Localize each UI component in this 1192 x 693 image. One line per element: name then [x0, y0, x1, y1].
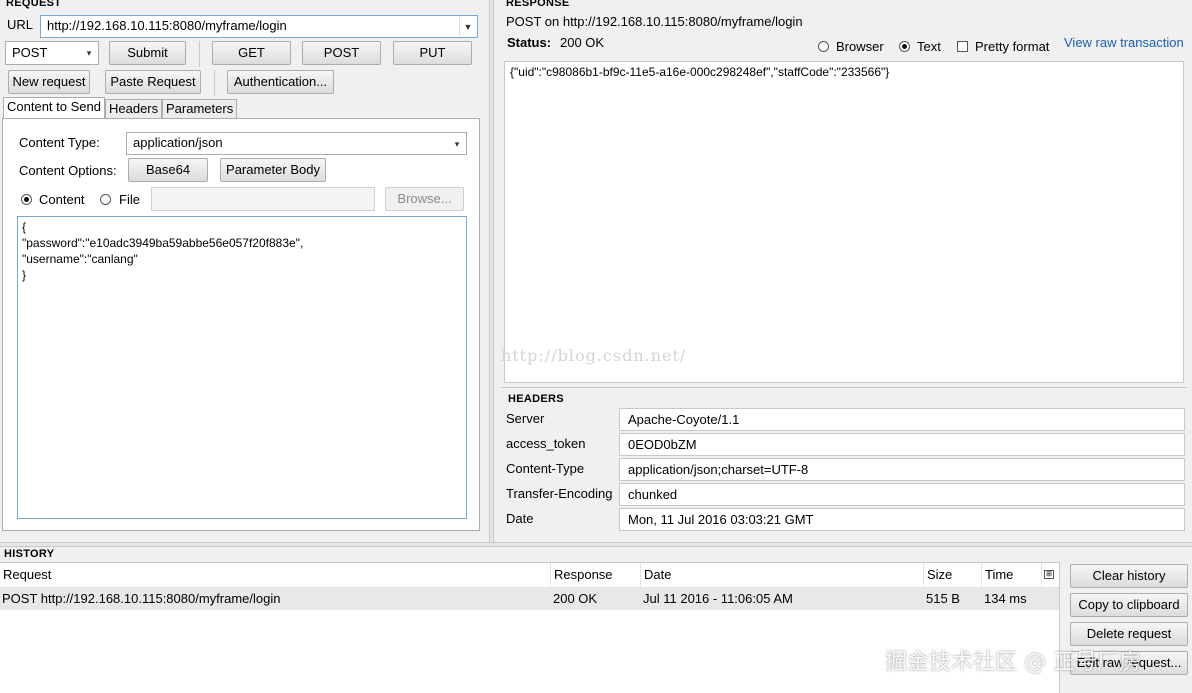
pretty-format-label: Pretty format — [975, 39, 1050, 54]
request-body-editor[interactable]: { "password":"e10adc3949ba59abbe56e057f2… — [17, 216, 467, 519]
content-type-chevron-down-icon: ▾ — [454, 138, 460, 149]
column-header-time[interactable]: Time — [982, 563, 1042, 587]
file-radio-label: File — [119, 192, 140, 207]
content-type-value: application/json — [133, 135, 223, 150]
copy-to-clipboard-button[interactable]: Copy to clipboard — [1070, 593, 1188, 617]
row-size: 515 B — [926, 591, 960, 606]
clear-history-button[interactable]: Clear history — [1070, 564, 1188, 588]
table-row[interactable]: POST http://192.168.10.115:8080/myframe/… — [0, 588, 1059, 610]
method-value: POST — [12, 45, 48, 60]
browser-view-label: Browser — [836, 39, 884, 54]
header-name: Date — [506, 511, 534, 526]
response-body-view[interactable]: {"uid":"c98086b1-bf9c-11e5-a16e-000c2982… — [501, 61, 1184, 383]
status-label: Status: — [507, 35, 552, 50]
get-button[interactable]: GET — [212, 41, 291, 65]
body-line: "password":"e10adc3949ba59abbe56e057f20f… — [22, 236, 304, 250]
header-value[interactable]: application/json;charset=UTF-8 — [619, 458, 1185, 481]
view-raw-transaction-link[interactable]: View raw transaction — [1064, 35, 1184, 50]
header-value[interactable]: Mon, 11 Jul 2016 03:03:21 GMT — [619, 508, 1185, 531]
browser-view-radio[interactable] — [818, 41, 829, 52]
column-header-date[interactable]: Date — [641, 563, 924, 587]
response-pane: RESPONSE POST on http://192.168.10.115:8… — [495, 0, 1192, 542]
request-pane: REQUEST URL http://192.168.10.115:8080/m… — [0, 0, 489, 542]
header-name: Transfer-Encoding — [506, 486, 613, 501]
browse-button[interactable]: Browse... — [385, 187, 464, 211]
method-chevron-down-icon: ▾ — [86, 48, 92, 58]
row-date: Jul 11 2016 - 11:06:05 AM — [643, 591, 793, 606]
response-summary: POST on http://192.168.10.115:8080/myfra… — [506, 14, 803, 29]
url-input[interactable]: http://192.168.10.115:8080/myframe/login… — [40, 15, 478, 38]
content-radio[interactable] — [21, 194, 32, 205]
method-select[interactable]: POST ▾ — [5, 41, 99, 65]
file-radio[interactable] — [100, 194, 111, 205]
headers-section-title: HEADERS — [508, 393, 564, 405]
post-button[interactable]: POST — [302, 41, 381, 65]
authentication-button[interactable]: Authentication... — [227, 70, 334, 94]
header-name: access_token — [506, 436, 586, 451]
content-type-label: Content Type: — [19, 135, 100, 150]
content-options-label: Content Options: — [19, 163, 117, 178]
column-header-request[interactable]: Request — [0, 563, 551, 587]
column-chooser-icon[interactable]: ⊞ — [1044, 570, 1054, 579]
content-to-send-panel: Content Type: application/json ▾ Content… — [2, 118, 480, 531]
blog-watermark: http://blog.csdn.net/ — [501, 346, 687, 365]
url-value: http://192.168.10.115:8080/myframe/login — [47, 18, 287, 33]
request-section-title: REQUEST — [6, 0, 62, 9]
base64-button[interactable]: Base64 — [128, 158, 208, 182]
body-line: } — [22, 268, 27, 282]
toolbar-separator — [199, 41, 200, 67]
status-value: 200 OK — [560, 35, 605, 50]
toolbar-separator-2 — [214, 70, 215, 96]
content-radio-label: Content — [39, 192, 85, 207]
history-section-title: HISTORY — [4, 548, 55, 560]
new-request-button[interactable]: New request — [8, 70, 90, 94]
row-request: POST http://192.168.10.115:8080/myframe/… — [2, 591, 281, 606]
vertical-splitter[interactable] — [489, 0, 494, 542]
column-header-response[interactable]: Response — [551, 563, 641, 587]
put-button[interactable]: PUT — [393, 41, 472, 65]
submit-button[interactable]: Submit — [109, 41, 186, 65]
file-path-input[interactable] — [151, 187, 375, 211]
history-table-header: Request Response Date Size Time ⊞ — [0, 563, 1059, 588]
row-response: 200 OK — [553, 591, 598, 606]
header-name: Content-Type — [506, 461, 585, 476]
pretty-format-checkbox[interactable] — [957, 41, 968, 52]
header-value[interactable]: 0EOD0bZM — [619, 433, 1185, 456]
response-section-title: RESPONSE — [506, 0, 570, 9]
delete-request-button[interactable]: Delete request — [1070, 622, 1188, 646]
tab-headers[interactable]: Headers — [105, 99, 163, 119]
response-body-text: {"uid":"c98086b1-bf9c-11e5-a16e-000c2982… — [510, 65, 890, 79]
text-view-label: Text — [917, 39, 941, 54]
tab-content-to-send[interactable]: Content to Send — [3, 97, 105, 118]
column-header-size[interactable]: Size — [924, 563, 982, 587]
content-type-select[interactable]: application/json ▾ — [126, 132, 467, 155]
body-line: { — [22, 220, 27, 234]
header-value[interactable]: chunked — [619, 483, 1185, 506]
parameter-body-button[interactable]: Parameter Body — [220, 158, 326, 182]
header-name: Server — [506, 411, 545, 426]
site-watermark: 掘金技术社区 @ 正号厂房 — [885, 650, 1141, 675]
row-time: 134 ms — [984, 591, 1027, 606]
text-view-radio[interactable] — [899, 41, 910, 52]
header-value[interactable]: Apache-Coyote/1.1 — [619, 408, 1185, 431]
url-dropdown-chevron-icon[interactable]: ▼ — [459, 17, 476, 36]
tab-parameters[interactable]: Parameters — [162, 99, 238, 119]
response-headers-divider — [501, 387, 1187, 388]
url-label: URL — [7, 17, 34, 32]
body-line: "username":"canlang" — [22, 252, 138, 266]
paste-request-button[interactable]: Paste Request — [105, 70, 201, 94]
